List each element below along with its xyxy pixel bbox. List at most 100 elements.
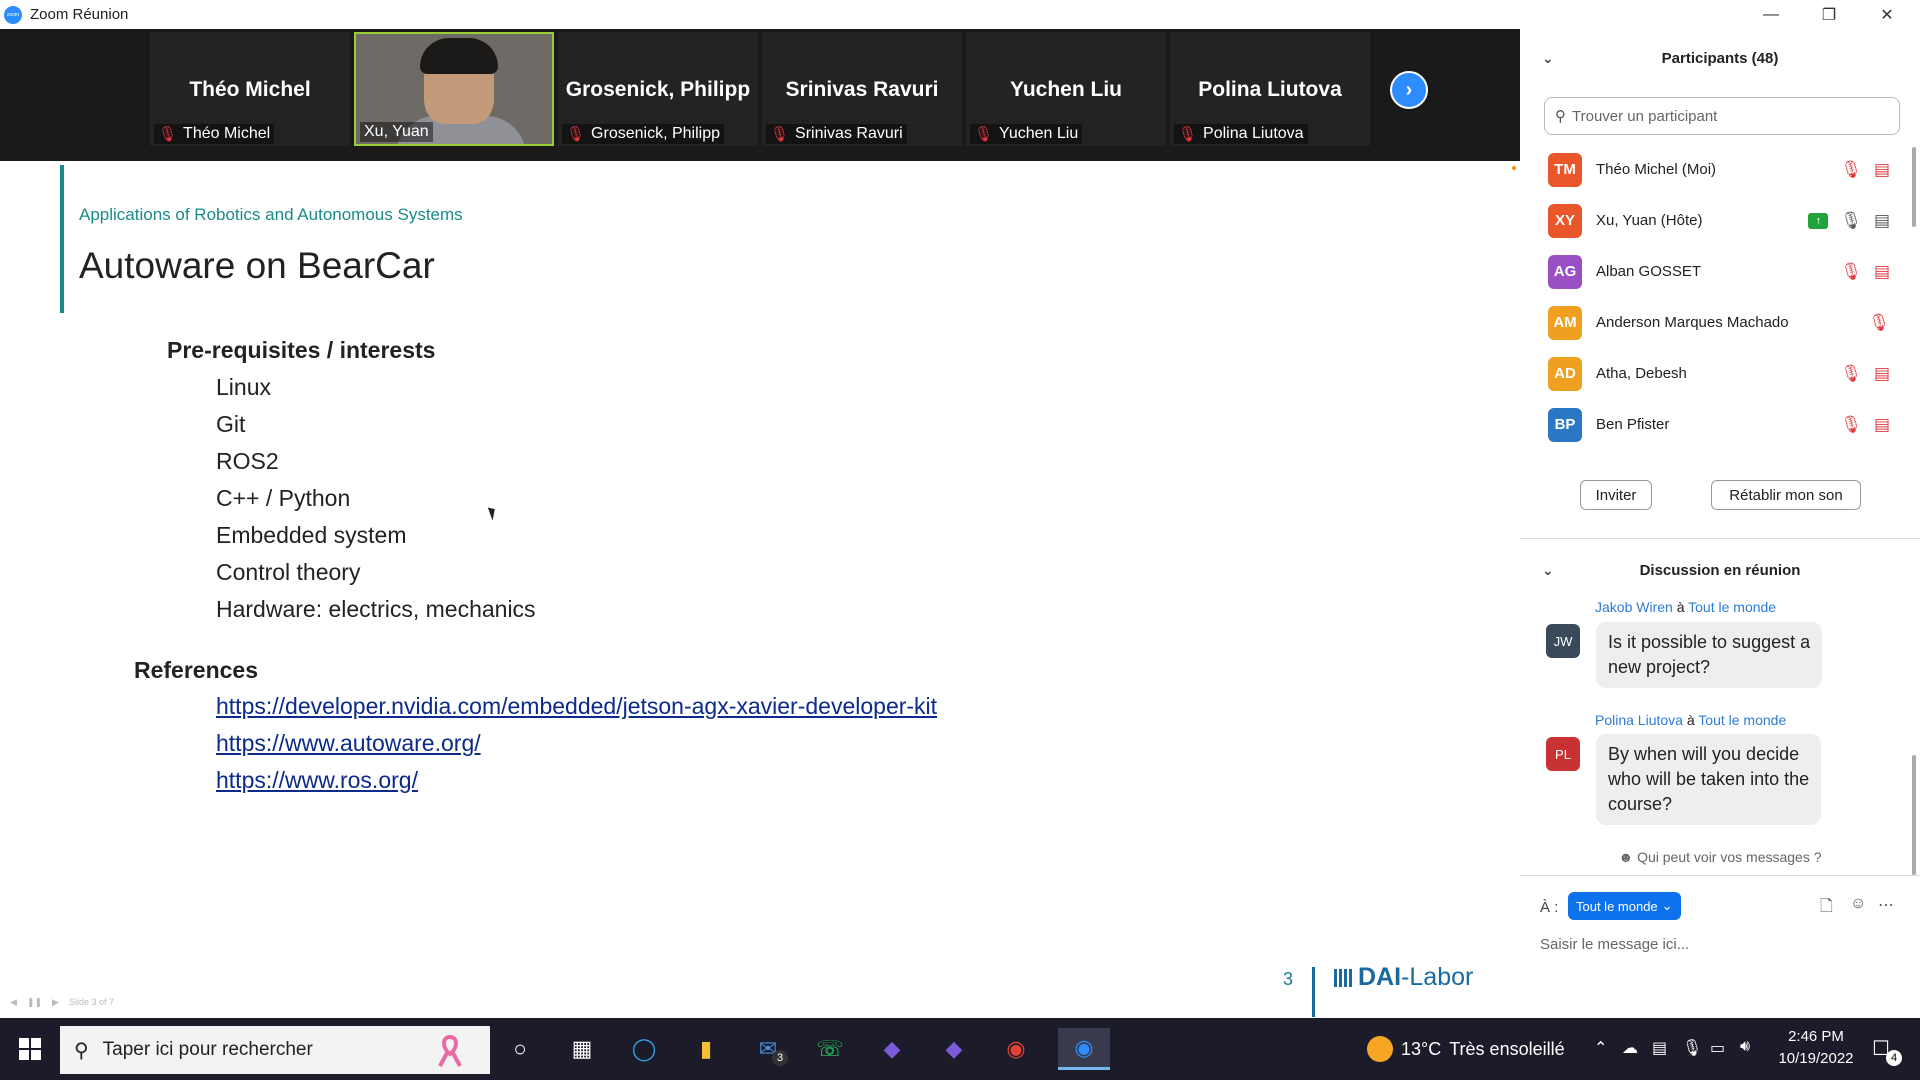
search-placeholder: Trouver un participant [1572, 107, 1718, 125]
mic-muted-icon[interactable]: 🎙︎ [1840, 262, 1862, 282]
start-button[interactable] [0, 1018, 60, 1080]
participant-row[interactable]: BP Ben Pfister 🎙︎ ▤ [1520, 399, 1910, 450]
next-slide-icon[interactable]: ▶ [52, 997, 59, 1008]
participant-name: Théo Michel (Moi) [1596, 161, 1717, 178]
tile-label-text: Yuchen Liu [999, 125, 1079, 142]
zoom-icon[interactable]: ◉ [1058, 1028, 1110, 1070]
slide-accent-bar [60, 165, 64, 313]
chat-header: ⌄ Discussion en réunion [1520, 555, 1920, 585]
window-title: Zoom Réunion [30, 6, 129, 23]
invite-button[interactable]: Inviter [1580, 480, 1652, 510]
who-can-see-link[interactable]: ☻ Qui peut voir vos messages ? [1520, 849, 1920, 865]
chat-message-input[interactable] [1540, 929, 1900, 959]
onedrive-icon[interactable]: ☁ [1622, 1038, 1638, 1058]
windows-icon [19, 1038, 41, 1060]
camera-off-icon[interactable]: ▤ [1874, 415, 1890, 435]
volume-icon[interactable]: 🔊︎ [1740, 1038, 1750, 1056]
reference-link[interactable]: https://www.autoware.org/ [216, 730, 481, 757]
camera-off-icon[interactable]: ▤ [1874, 364, 1890, 384]
participant-row[interactable]: AD Atha, Debesh 🎙︎ ▤ [1520, 348, 1910, 399]
participant-row[interactable]: TM Théo Michel (Moi) 🎙︎ ▤ [1520, 144, 1910, 195]
restore-icon[interactable]: ❐ [1800, 0, 1858, 29]
participant-strip: Théo Michel 🎙︎ Théo Michel Xu, Yuan Gros… [0, 29, 1520, 161]
mic-icon[interactable]: 🎙︎ [1840, 211, 1862, 231]
participant-row[interactable]: XY Xu, Yuan (Hôte) ↑ 🎙︎ ▤ [1520, 195, 1910, 246]
clock-time: 2:46 PM [1788, 1028, 1844, 1045]
participant-row[interactable]: AM Anderson Marques Machado 🎙︎ [1520, 297, 1910, 348]
mic-muted-icon: 🎙︎ [770, 126, 790, 143]
recipient-select[interactable]: Tout le monde ⌄ [1568, 892, 1681, 920]
participant-search-input[interactable]: ⚲ Trouver un participant [1544, 97, 1900, 135]
tile-display-name: Polina Liutova [1198, 78, 1342, 101]
tile-label-text: Grosenick, Philipp [591, 125, 720, 142]
notification-icon[interactable]: ☐ 4 [1872, 1036, 1902, 1066]
obsidian-icon-2[interactable]: ◆ [934, 1028, 974, 1070]
prev-slide-icon[interactable]: ◀ [10, 997, 17, 1008]
task-view-icon[interactable]: ▦ [562, 1028, 602, 1070]
unmute-button[interactable]: Rétablir mon son [1711, 480, 1861, 510]
pause-icon[interactable]: ❚❚ [27, 997, 42, 1008]
message-connector: à [1676, 599, 1685, 615]
reference-link[interactable]: https://www.ros.org/ [216, 767, 418, 794]
message-meta: Jakob Wiren à Tout le monde [1595, 599, 1776, 615]
edge-icon[interactable]: ◯ [624, 1028, 664, 1070]
whatsapp-icon[interactable]: ☏ [810, 1028, 850, 1070]
participant-list: TM Théo Michel (Moi) 🎙︎ ▤ XY Xu, Yuan (H… [1520, 144, 1910, 459]
minimize-icon[interactable]: — [1742, 0, 1800, 29]
chrome-icon[interactable]: ◉ [996, 1028, 1036, 1070]
cortana-icon[interactable]: ○ [500, 1028, 540, 1070]
mic-muted-icon: 🎙︎ [974, 126, 994, 143]
tile-display-name: Grosenick, Philipp [565, 78, 751, 101]
message-line: By when will you decide [1608, 744, 1800, 764]
chevron-right-icon[interactable]: › [1390, 71, 1428, 109]
message-sender[interactable]: Polina Liutova [1595, 712, 1683, 728]
camera-icon[interactable]: ▤ [1874, 211, 1890, 231]
avatar: AD [1548, 356, 1582, 391]
tray-chevron-icon[interactable]: ⌃ [1594, 1038, 1607, 1058]
file-icon[interactable]: 🗋︎ [1820, 895, 1833, 922]
chevron-down-icon[interactable]: ⌄ [1542, 50, 1554, 67]
file-explorer-icon[interactable]: ▮ [686, 1028, 726, 1070]
video-tile[interactable]: Polina Liutova 🎙︎ Polina Liutova [1170, 32, 1370, 146]
avatar: BP [1548, 407, 1582, 442]
taskbar-search-box[interactable]: ⚲ Taper ici pour rechercher [60, 1026, 490, 1074]
taskbar-clock[interactable]: 2:46 PM 10/19/2022 [1772, 1026, 1860, 1070]
weather-widget[interactable]: 13°C Très ensoleillé [1367, 1018, 1565, 1080]
tile-label-text: Polina Liutova [1203, 125, 1304, 142]
search-icon: ⚲ [1555, 108, 1566, 125]
privacy-icon: ☻ [1618, 849, 1634, 865]
video-tile[interactable]: Yuchen Liu 🎙︎ Yuchen Liu [966, 32, 1166, 146]
video-tile[interactable]: Grosenick, Philipp 🎙︎ Grosenick, Philipp [558, 32, 758, 146]
participant-name: Alban GOSSET [1596, 263, 1702, 280]
recipient-label: À : [1540, 899, 1559, 916]
participants-scrollbar[interactable] [1912, 147, 1916, 227]
camera-off-icon[interactable]: ▤ [1874, 262, 1890, 282]
message-connector: à [1686, 712, 1695, 728]
mic-muted-icon[interactable]: 🎙︎ [1840, 364, 1862, 384]
message-sender[interactable]: Jakob Wiren [1595, 599, 1673, 615]
obsidian-icon[interactable]: ◆ [872, 1028, 912, 1070]
chevron-down-icon[interactable]: ⌄ [1542, 562, 1554, 579]
mic-muted-icon[interactable]: 🎙︎ [1868, 313, 1890, 333]
mic-muted-icon[interactable]: 🎙︎ [1840, 415, 1862, 435]
emoji-icon[interactable]: ☺ [1850, 895, 1866, 913]
close-icon[interactable]: ✕ [1858, 0, 1916, 29]
video-tile-active[interactable]: Xu, Yuan [354, 32, 554, 146]
logo-bars-icon [1334, 968, 1352, 987]
tile-name-label: 🎙︎ Srinivas Ravuri [766, 124, 907, 144]
camera-tray-icon[interactable]: ▤ [1652, 1038, 1667, 1058]
mic-muted-icon[interactable]: 🎙︎ [1840, 160, 1862, 180]
mail-icon[interactable]: ✉ 3 [748, 1028, 788, 1070]
camera-off-icon[interactable]: ▤ [1874, 160, 1890, 180]
participant-row[interactable]: AG Alban GOSSET 🎙︎ ▤ [1520, 246, 1910, 297]
search-icon: ⚲ [74, 1039, 89, 1062]
video-tile[interactable]: Srinivas Ravuri 🎙︎ Srinivas Ravuri [762, 32, 962, 146]
video-tile[interactable]: Théo Michel 🎙︎ Théo Michel [150, 32, 350, 146]
more-icon[interactable]: ⋯ [1878, 895, 1894, 915]
reference-link[interactable]: https://developer.nvidia.com/embedded/je… [216, 693, 937, 720]
panel-divider [1520, 538, 1920, 539]
battery-icon[interactable]: ▭ [1710, 1038, 1725, 1058]
avatar: JW [1546, 624, 1580, 658]
mic-tray-icon[interactable]: 🎙︎ [1682, 1038, 1702, 1058]
prereq-item: Embedded system [216, 522, 407, 548]
